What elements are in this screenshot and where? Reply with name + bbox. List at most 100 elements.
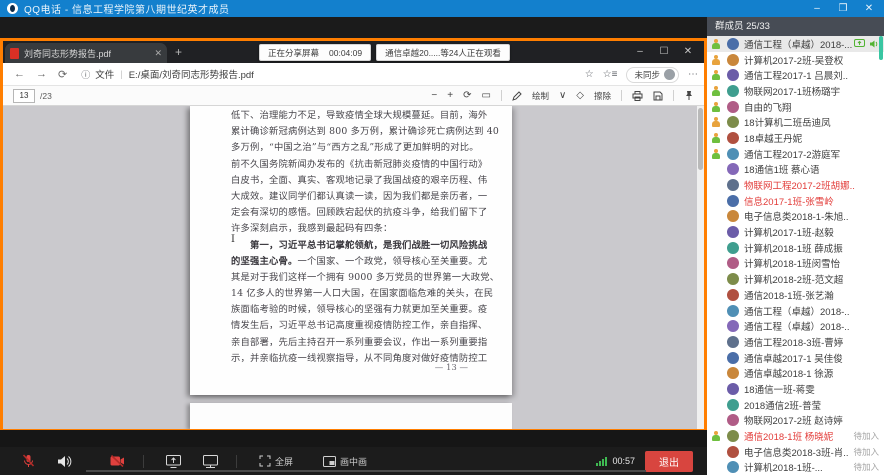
- qq-close-button[interactable]: ✕: [856, 0, 882, 17]
- member-name: 物联网工程2017-2班胡娜..: [744, 178, 855, 192]
- in-call-person-icon: [712, 431, 720, 441]
- member-name: 通信工程（卓越）2018-..: [744, 319, 850, 333]
- forward-icon[interactable]: →: [36, 68, 47, 80]
- qq-minimize-button[interactable]: –: [804, 0, 830, 17]
- member-avatar: [727, 289, 739, 301]
- member-row[interactable]: 通信工程2018-3班-曹婷: [707, 334, 884, 350]
- member-row[interactable]: 计算机2018-2班-范文超: [707, 271, 884, 287]
- qq-call-title: QQ电话 - 信息工程学院第八期世纪英才成员: [24, 1, 229, 16]
- member-name: 通信工程（卓越）2018-...: [744, 37, 852, 51]
- member-row[interactable]: 18卓越王丹妮: [707, 130, 884, 146]
- pdf-text: 低下、治理能力不足，导致疫情全球大规模蔓延。目前，海外累计确诊新冠病例达到 80…: [231, 108, 473, 367]
- member-row[interactable]: 通信卓越2017-1 吴佳俊: [707, 350, 884, 366]
- zoom-in-button[interactable]: +: [447, 90, 453, 101]
- member-row[interactable]: 通信工程（卓越）2018-..: [707, 318, 884, 334]
- member-row[interactable]: 通信工程2017-1 吕晨刘..: [707, 67, 884, 83]
- member-avatar: [727, 226, 739, 238]
- browser-maximize-button[interactable]: ☐: [652, 43, 676, 61]
- member-row[interactable]: 自由的飞翔: [707, 99, 884, 115]
- member-row[interactable]: 18通信1班 蔡心语: [707, 162, 884, 178]
- member-row[interactable]: 计算机2018-1班 薛成振: [707, 240, 884, 256]
- address-field[interactable]: ⓘ 文件 | E:/桌面/刘奇同志形势报告.pdf: [81, 67, 254, 81]
- print-icon[interactable]: [632, 91, 643, 101]
- member-row[interactable]: 物联网2017-2班 赵诗婷: [707, 413, 884, 429]
- member-row[interactable]: 通信卓越2018-1 徐源: [707, 365, 884, 381]
- new-tab-button[interactable]: +: [175, 45, 182, 59]
- address-path: E:/桌面/刘奇同志形势报告.pdf: [129, 67, 254, 81]
- browser-minimize-button[interactable]: –: [628, 43, 652, 61]
- member-row[interactable]: 通信工程（卓越）2018-...: [707, 36, 884, 52]
- member-row[interactable]: 18通信一班-蒋雯: [707, 381, 884, 397]
- member-avatar: [727, 69, 739, 81]
- member-avatar: [727, 446, 739, 458]
- pdf-viewer-canvas[interactable]: 低下、治理能力不足，导致疫情全球大规模蔓延。目前，海外累计确诊新冠病例达到 80…: [3, 106, 704, 429]
- exit-call-button[interactable]: 退出: [645, 451, 693, 472]
- tab-title: 刘奇同志形势报告.pdf: [24, 47, 149, 60]
- pdf-text-line: 白皮书，全面、真实、客观地记录了我国战疫的艰辛历程、伟: [231, 173, 473, 189]
- zoom-out-button[interactable]: −: [431, 90, 437, 101]
- member-avatar: [727, 461, 739, 473]
- member-row[interactable]: 电子信息类2018-3班-肖..待加入: [707, 444, 884, 460]
- pdf-text-line: 情发生后，习近平总书记高度重视疫情防控工作，亲自指挥、: [231, 318, 473, 334]
- draw-dropdown-icon[interactable]: ∨: [559, 90, 566, 101]
- member-name: 通信2018-1班-张艺瀚: [744, 288, 834, 302]
- member-name: 计算机2018-1班闵雪怡: [744, 256, 840, 270]
- pdf-text-line: 的坚强主心骨。一个国家、一个政党，领导核心至关重要。尤: [231, 254, 473, 270]
- pdf-text-line: 低下、治理能力不足，导致疫情全球大规模蔓延。目前，海外: [231, 108, 473, 124]
- page-info-icon[interactable]: ⓘ: [81, 68, 90, 81]
- rotate-button[interactable]: ⟳: [463, 90, 471, 101]
- more-menu-icon[interactable]: ⋯: [688, 69, 698, 80]
- member-row[interactable]: 电子信息类2018-1-朱旭..: [707, 209, 884, 225]
- member-avatar: [727, 195, 739, 207]
- draw-pen-icon[interactable]: [512, 91, 522, 101]
- member-row[interactable]: 计算机2018-1班-...待加入: [707, 460, 884, 475]
- member-avatar: [727, 116, 739, 128]
- member-avatar: [727, 210, 739, 222]
- member-avatar: [727, 38, 739, 50]
- collections-icon[interactable]: ☆≡: [603, 69, 618, 80]
- browser-profile-button[interactable]: 未同步: [626, 67, 679, 83]
- member-row[interactable]: 通信工程2017-2游庭军: [707, 146, 884, 162]
- erase-label[interactable]: 擦除: [594, 90, 611, 102]
- qq-restore-button[interactable]: ❐: [830, 0, 856, 17]
- erase-icon[interactable]: ◇: [576, 90, 584, 101]
- tab-close-icon[interactable]: ✕: [154, 48, 162, 59]
- member-status: 待加入: [853, 430, 879, 442]
- member-row[interactable]: 通信2018-1班 杨晓妮待加入: [707, 428, 884, 444]
- member-avatar: [727, 257, 739, 269]
- member-row[interactable]: 2018通信2班-普莹: [707, 397, 884, 413]
- back-icon[interactable]: ←: [14, 68, 25, 80]
- member-name: 2018通信2班-普莹: [744, 398, 821, 412]
- page-number-input[interactable]: 13: [13, 89, 35, 103]
- member-row[interactable]: 计算机2017-1班-赵毅: [707, 224, 884, 240]
- member-row[interactable]: 物联网2017-1班杨璐宇: [707, 83, 884, 99]
- sidebar-scrollbar-thumb[interactable]: [879, 36, 883, 60]
- member-name: 物联网2017-1班杨璐宇: [744, 84, 840, 98]
- member-row[interactable]: 计算机2018-1班闵雪怡: [707, 256, 884, 272]
- member-name: 自由的飞翔: [744, 100, 792, 114]
- member-row[interactable]: 计算机2017-2班-吴登权: [707, 52, 884, 68]
- member-row[interactable]: 物联网工程2017-2班胡娜..: [707, 177, 884, 193]
- in-call-person-icon: [712, 117, 720, 127]
- pdf-scrollbar-track[interactable]: [697, 106, 704, 429]
- save-icon[interactable]: [653, 91, 663, 101]
- refresh-icon[interactable]: ⟳: [58, 68, 67, 81]
- member-row[interactable]: 信息2017-1班-张雪岭: [707, 193, 884, 209]
- pin-toolbar-icon[interactable]: [684, 90, 694, 101]
- tab-pdf-document[interactable]: 刘奇同志形势报告.pdf ✕: [5, 43, 167, 63]
- member-name: 18通信一班-蒋雯: [744, 382, 815, 396]
- favorite-star-icon[interactable]: ☆: [585, 69, 594, 80]
- member-row[interactable]: 通信2018-1班-张艺瀚: [707, 287, 884, 303]
- draw-label[interactable]: 绘制: [532, 90, 549, 102]
- pdf-scrollbar-thumb[interactable]: [698, 108, 703, 170]
- page-total-label: /23: [40, 91, 52, 101]
- member-name: 物联网2017-2班 赵诗婷: [744, 413, 843, 427]
- share-status-toasts: 正在分享屏幕 00:04:09 通信卓越20.....等24人正在观看: [259, 44, 510, 61]
- member-row[interactable]: 18计算机二班岳迪凤: [707, 114, 884, 130]
- member-row[interactable]: 通信工程（卓越）2018-..: [707, 303, 884, 319]
- fit-page-button[interactable]: ▭: [481, 90, 490, 101]
- browser-close-button[interactable]: ✕: [676, 43, 700, 61]
- member-name: 计算机2018-2班-范文超: [744, 272, 843, 286]
- in-call-person-icon: [712, 149, 720, 159]
- sync-status-label: 未同步: [634, 69, 660, 81]
